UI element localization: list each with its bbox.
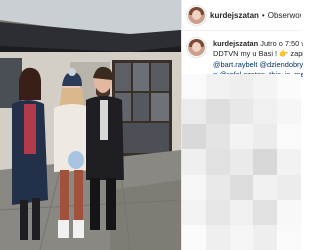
pixel-block <box>182 199 206 225</box>
pixel-block <box>229 174 254 200</box>
pixel-block <box>182 99 206 125</box>
pixelated-comments-area <box>182 74 301 250</box>
pixel-block <box>277 74 301 100</box>
pixel-block <box>277 174 301 200</box>
caption-avatar[interactable] <box>188 39 205 56</box>
pixel-block <box>205 124 230 150</box>
pixel-block <box>229 224 254 250</box>
pixel-block <box>205 174 230 200</box>
pixel-block <box>253 99 278 125</box>
pixel-block <box>277 99 301 125</box>
pixel-block <box>205 149 230 175</box>
mention-bart[interactable]: @bart.raybelt <box>213 60 257 69</box>
pixel-block <box>229 149 254 175</box>
pixel-block <box>182 124 206 150</box>
pixel-block <box>277 149 301 175</box>
separator-dot: • <box>261 10 265 20</box>
caption-line-2: DDTVN my u Basi ! <box>213 49 278 59</box>
pixel-block <box>277 124 301 150</box>
pixel-block <box>277 224 301 250</box>
mention-dziendobrytvn[interactable]: @dziendobrytvn <box>260 60 303 69</box>
avatar[interactable] <box>188 6 205 24</box>
pixel-block <box>229 199 254 225</box>
pixel-block <box>182 149 206 175</box>
pixel-block <box>205 99 230 125</box>
caption-line-1: Jutro o 7:50 w <box>260 39 303 48</box>
pixel-block <box>182 174 206 200</box>
caption-username[interactable]: kurdejszatan <box>213 39 258 48</box>
pixel-block <box>182 74 206 100</box>
pixel-block <box>205 74 230 100</box>
pixel-block <box>253 174 278 200</box>
pointing-emoji-icon: 👉 <box>279 49 289 59</box>
pixel-block <box>182 224 206 250</box>
pixel-block <box>229 74 254 100</box>
post-header: kurdejszatan • Obserwowanie <box>182 0 301 31</box>
caption-invite: zapraszam <box>290 49 303 59</box>
pixel-block <box>229 124 254 150</box>
pixel-block <box>253 124 278 150</box>
pixel-block <box>253 224 278 250</box>
pixel-block <box>205 199 230 225</box>
pixel-block <box>253 199 278 225</box>
pixel-block <box>205 224 230 250</box>
post-photo[interactable] <box>0 0 181 250</box>
header-username[interactable]: kurdejszatan <box>210 11 259 20</box>
pixel-block <box>277 199 301 225</box>
pixel-block <box>253 149 278 175</box>
photo-image <box>0 0 181 250</box>
pixel-block <box>253 74 278 100</box>
pixel-block <box>229 99 254 125</box>
follow-status-button[interactable]: Obserwowanie <box>268 11 301 20</box>
post-panel: kurdejszatan • Obserwowanie kurdejszatan… <box>181 0 303 250</box>
